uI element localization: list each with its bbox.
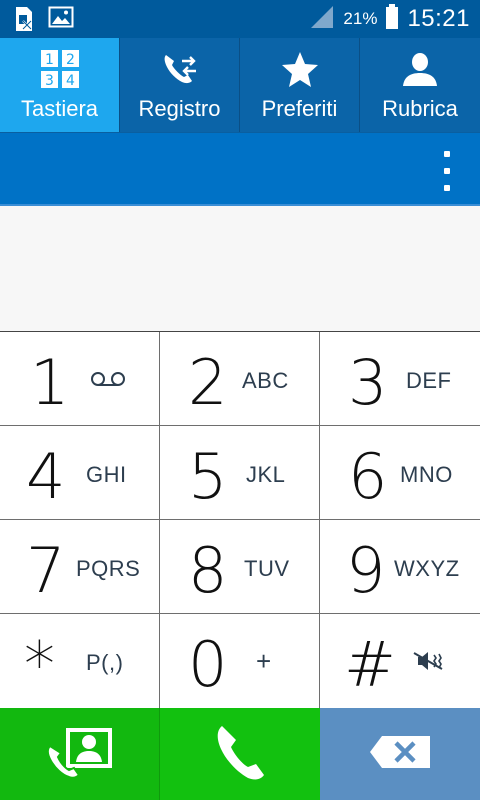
key-digit: 4: [26, 440, 66, 513]
key-digit: 1: [30, 346, 70, 419]
svg-text:3: 3: [45, 73, 54, 89]
status-bar: 21% 15:21: [0, 0, 480, 38]
tab-label-keypad: Tastiera: [20, 96, 99, 121]
key-digit: 5: [188, 440, 228, 513]
key-star[interactable]: * P(,): [0, 614, 160, 708]
key-5[interactable]: 5 JKL: [160, 426, 320, 520]
tab-contacts[interactable]: Rubrica: [360, 38, 480, 132]
tab-label-favorites: Preferiti: [261, 96, 338, 121]
key-3[interactable]: 3 DEF: [320, 332, 480, 426]
key-letters: DEF: [406, 368, 452, 393]
image-icon: [48, 6, 74, 37]
svg-text:2: 2: [66, 52, 75, 68]
key-digit: 3: [348, 346, 388, 419]
key-letters: WXYZ: [394, 556, 460, 581]
tab-favorites[interactable]: Preferiti: [240, 38, 360, 132]
person-icon: [400, 42, 440, 96]
key-digit: *: [24, 628, 55, 701]
phone-icon: [212, 722, 268, 787]
key-0[interactable]: 0 +: [160, 614, 320, 708]
key-digit: 6: [348, 440, 388, 513]
key-4[interactable]: 4 GHI: [0, 426, 160, 520]
key-digit: 7: [26, 534, 66, 607]
backspace-icon: [368, 734, 432, 775]
key-1[interactable]: 1: [0, 332, 160, 426]
call-button[interactable]: [160, 708, 320, 800]
sim-card-x-icon: [14, 6, 34, 37]
star-icon: [280, 42, 320, 96]
key-digit: 0: [188, 628, 228, 701]
key-digit: 8: [188, 534, 228, 607]
clock: 15:21: [407, 5, 470, 32]
tab-label-call-log: Registro: [138, 96, 221, 121]
tab-label-contacts: Rubrica: [382, 96, 458, 121]
battery-icon: [385, 3, 399, 35]
delete-button[interactable]: [320, 708, 480, 800]
action-bar: [0, 132, 480, 204]
key-8[interactable]: 8 TUV: [160, 520, 320, 614]
key-9[interactable]: 9 WXYZ: [320, 520, 480, 614]
key-6[interactable]: 6 MNO: [320, 426, 480, 520]
key-letters: TUV: [244, 556, 290, 581]
key-letters: +: [256, 646, 272, 676]
key-letters: PQRS: [76, 556, 141, 581]
battery-percent: 21%: [343, 9, 378, 28]
tab-call-log[interactable]: Registro: [120, 38, 240, 132]
key-digit: #: [344, 628, 396, 701]
svg-text:4: 4: [66, 73, 75, 89]
key-hash[interactable]: #: [320, 614, 480, 708]
signal-icon: [309, 5, 335, 34]
key-letters: ABC: [242, 368, 289, 393]
call-log-icon: [160, 42, 200, 96]
mute-icon: [410, 650, 446, 678]
dial-keypad: 1 2 ABC 3 DEF 4 GHI 5 JKL 6 MNO 7 PQRS 8…: [0, 332, 480, 708]
key-2[interactable]: 2 ABC: [160, 332, 320, 426]
add-contact-icon: [44, 724, 116, 785]
voicemail-icon: [90, 368, 126, 394]
key-letters: GHI: [86, 462, 127, 487]
key-letters: MNO: [400, 462, 453, 487]
svg-text:1: 1: [45, 52, 54, 68]
keypad-icon: 1 2 3 4: [40, 42, 80, 96]
number-display[interactable]: [0, 204, 480, 332]
tab-keypad[interactable]: 1 2 3 4 Tastiera: [0, 38, 120, 132]
key-digit: 2: [188, 346, 228, 419]
more-vertical-icon[interactable]: [440, 151, 454, 191]
key-letters: P(,): [86, 650, 124, 675]
key-letters: JKL: [246, 462, 286, 487]
tab-bar: 1 2 3 4 Tastiera Registro Preferiti Rubr…: [0, 38, 480, 132]
key-7[interactable]: 7 PQRS: [0, 520, 160, 614]
bottom-action-bar: [0, 708, 480, 800]
add-contact-button[interactable]: [0, 708, 160, 800]
key-digit: 9: [346, 534, 386, 607]
